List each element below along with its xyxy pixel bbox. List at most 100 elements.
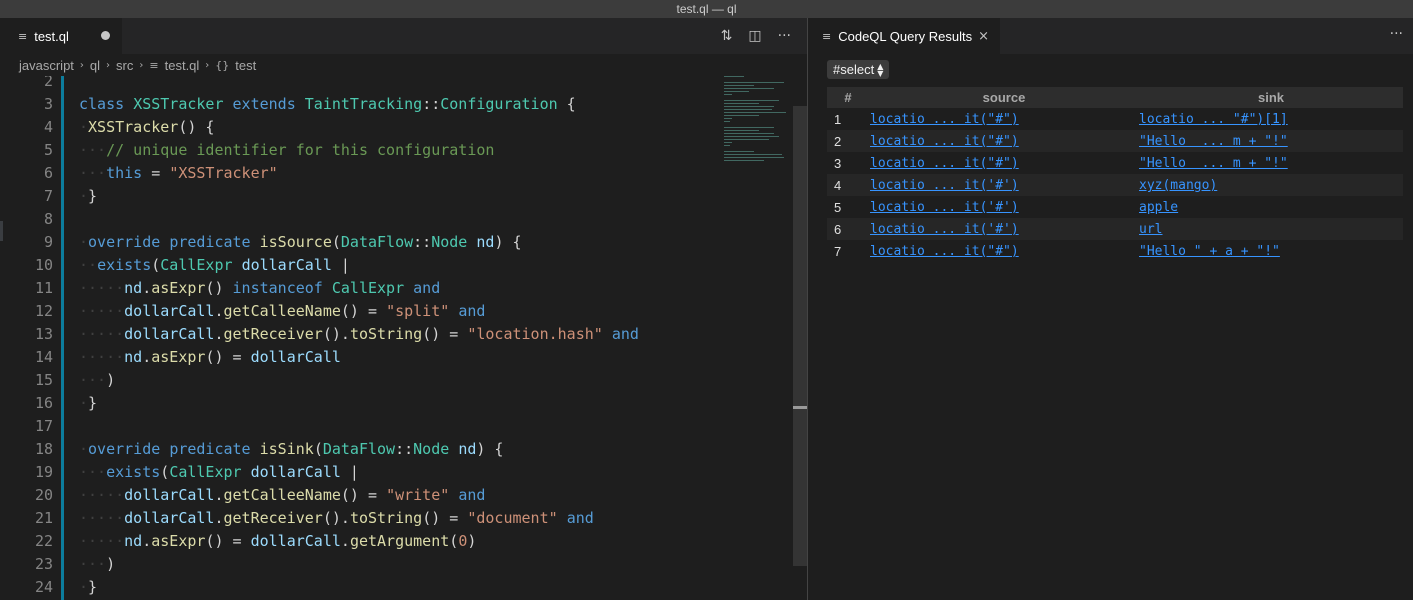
- code-line[interactable]: 15 ···): [0, 368, 720, 391]
- code-text: ·}: [79, 393, 98, 412]
- code-line[interactable]: 20 ·····dollarCall.getCalleeName() = "wri…: [0, 483, 720, 506]
- minimap-line: [724, 127, 774, 128]
- code-line[interactable]: 8: [0, 207, 720, 230]
- source-link[interactable]: locatio ... it("#"): [870, 156, 1019, 171]
- code-line[interactable]: 13 ·····dollarCall.getReceiver().toString…: [0, 322, 720, 345]
- breadcrumb-item[interactable]: src: [116, 58, 133, 73]
- sink-link[interactable]: locatio ... "#")[1]: [1139, 112, 1288, 127]
- minimap-line: [724, 154, 782, 155]
- file-lines-icon: ≡: [18, 29, 28, 43]
- more-actions-icon[interactable]: ···: [1390, 26, 1403, 42]
- line-number: 6: [43, 163, 53, 182]
- source-link[interactable]: locatio ... it('#'): [870, 222, 1019, 237]
- sink-link[interactable]: apple: [1139, 200, 1178, 215]
- code-text: ···exists(CallExpr dollarCall |: [79, 462, 359, 481]
- column-header-sink[interactable]: sink: [1139, 87, 1403, 108]
- line-number: 20: [34, 485, 53, 504]
- minimap-line: [724, 85, 754, 86]
- unsaved-dot-icon[interactable]: [101, 31, 110, 40]
- more-actions-icon[interactable]: ···: [778, 28, 791, 44]
- minimap-line: [724, 157, 784, 158]
- minimap-line: [724, 136, 779, 137]
- line-number: 2: [43, 76, 53, 90]
- vertical-scrollbar[interactable]: [793, 106, 807, 566]
- line-number: 19: [34, 462, 53, 481]
- minimap-line: [724, 121, 730, 122]
- line-number: 22: [34, 531, 53, 550]
- minimap-line: [724, 100, 779, 101]
- breadcrumb-item[interactable]: test: [235, 58, 256, 73]
- code-line[interactable]: 21 ·····dollarCall.getReceiver().toString…: [0, 506, 720, 529]
- code-line[interactable]: 24 ·}: [0, 575, 720, 598]
- results-table: # source sink 1 locatio ... it("#") locati…: [827, 87, 1403, 262]
- minimap-line: [724, 94, 732, 95]
- code-line[interactable]: 3 class XSSTracker extends TaintTracking:…: [0, 92, 720, 115]
- source-link[interactable]: locatio ... it("#"): [870, 134, 1019, 149]
- select-arrows-icon: ▲ ▼: [877, 61, 884, 78]
- code-text: ·override predicate isSink(DataFlow::Nod…: [79, 439, 504, 458]
- chevron-right-icon: ›: [205, 59, 210, 71]
- code-line[interactable]: 17: [0, 414, 720, 437]
- row-index: 5: [834, 199, 842, 215]
- source-link[interactable]: locatio ... it("#"): [870, 244, 1019, 259]
- source-cell: locatio ... it('#'): [869, 218, 1139, 240]
- line-number: 11: [34, 278, 53, 297]
- tab-codeql-query-results[interactable]: ≡ CodeQL Query Results ×: [808, 18, 1000, 54]
- breadcrumb-item[interactable]: javascript: [19, 58, 74, 73]
- column-header-source[interactable]: source: [869, 87, 1139, 108]
- line-number: 18: [34, 439, 53, 458]
- code-line[interactable]: 14 ·····nd.asExpr() = dollarCall: [0, 345, 720, 368]
- code-text: ·}: [79, 186, 98, 205]
- code-line[interactable]: 7 ·}: [0, 184, 720, 207]
- sink-link[interactable]: "Hello ... m + "!": [1139, 156, 1288, 171]
- compare-changes-icon[interactable]: ⇅: [721, 28, 733, 44]
- code-line[interactable]: 5 ···// unique identifier for this config…: [0, 138, 720, 161]
- editor-actions: ⇅ ◫ ···: [721, 18, 791, 54]
- code-line[interactable]: 11 ·····nd.asExpr() instanceof CallExpr a…: [0, 276, 720, 299]
- result-set-select[interactable]: #select ▲ ▼: [827, 60, 890, 79]
- sink-cell: "Hello " + a + "!": [1139, 240, 1403, 262]
- code-line[interactable]: 16 ·}: [0, 391, 720, 414]
- code-line[interactable]: 9 ·override predicate isSource(DataFlow::…: [0, 230, 720, 253]
- source-link[interactable]: locatio ... it('#'): [870, 200, 1019, 215]
- column-header-index[interactable]: #: [827, 87, 869, 108]
- line-number: 14: [34, 347, 53, 366]
- editor-group: ≡ test.ql ⇅ ◫ ··· javascript › ql › src …: [0, 18, 807, 600]
- sink-link[interactable]: xyz(mango): [1139, 178, 1217, 193]
- tab-test-ql[interactable]: ≡ test.ql: [0, 18, 122, 54]
- row-index: 2: [827, 130, 869, 152]
- code-line[interactable]: 4 ·XSSTracker() {: [0, 115, 720, 138]
- close-icon[interactable]: ×: [978, 29, 989, 44]
- line-number: 17: [34, 416, 53, 435]
- breadcrumb-item[interactable]: ql: [90, 58, 100, 73]
- table-row: 3 locatio ... it("#") "Hello ... m + "!": [827, 152, 1403, 174]
- code-text: ··exists(CallExpr dollarCall |: [79, 255, 350, 274]
- code-line[interactable]: 18 ·override predicate isSink(DataFlow::N…: [0, 437, 720, 460]
- code-text: ·····nd.asExpr() = dollarCall: [79, 347, 341, 366]
- code-text: ·····nd.asExpr() instanceof CallExpr and: [79, 278, 441, 297]
- sink-link[interactable]: "Hello " + a + "!": [1139, 244, 1280, 259]
- code-text: ·}: [79, 577, 98, 596]
- code-line[interactable]: 12 ·····dollarCall.getCalleeName() = "spl…: [0, 299, 720, 322]
- minimap-line: [724, 112, 786, 113]
- code-line[interactable]: 10 ··exists(CallExpr dollarCall |: [0, 253, 720, 276]
- sink-link[interactable]: url: [1139, 222, 1162, 237]
- code-line[interactable]: 22 ·····nd.asExpr() = dollarCall.getArgum…: [0, 529, 720, 552]
- split-editor-icon[interactable]: ◫: [748, 28, 761, 44]
- row-index: 7: [834, 243, 842, 259]
- breadcrumb-item[interactable]: test.ql: [165, 58, 200, 73]
- code-text: ·override predicate isSource(DataFlow::N…: [79, 232, 522, 251]
- code-line[interactable]: 2: [0, 76, 720, 92]
- line-number: 12: [34, 301, 53, 320]
- source-link[interactable]: locatio ... it('#'): [870, 178, 1019, 193]
- minimap-line: [724, 103, 759, 104]
- code-text: ·····dollarCall.getCalleeName() = "split…: [79, 301, 486, 320]
- sink-link[interactable]: "Hello ... m + "!": [1139, 134, 1288, 149]
- code-line[interactable]: 23 ···): [0, 552, 720, 575]
- code-editor[interactable]: 2 3 class XSSTracker extends TaintTracking…: [0, 76, 807, 600]
- source-link[interactable]: locatio ... it("#"): [870, 112, 1019, 127]
- file-lines-icon: ≡: [149, 58, 159, 72]
- code-line[interactable]: 6 ···this = "XSSTracker": [0, 161, 720, 184]
- minimap[interactable]: [720, 76, 790, 166]
- code-line[interactable]: 19 ···exists(CallExpr dollarCall |: [0, 460, 720, 483]
